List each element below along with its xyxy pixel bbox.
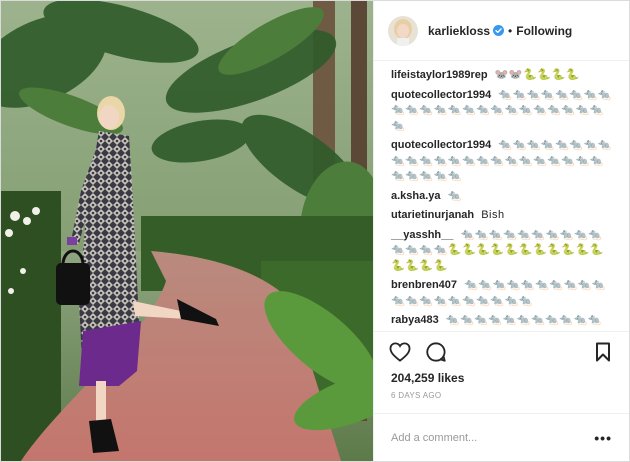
comment-username[interactable]: quotecollector1994 — [391, 89, 491, 101]
comments-list[interactable]: lifeistaylor1989rep 🐭🐭🐍🐍🐍🐍 quotecollecto… — [374, 61, 629, 331]
comment-item: lifeistaylor1989rep 🐭🐭🐍🐍🐍🐍 — [391, 68, 615, 84]
comment-username[interactable]: utarietinurjanah — [391, 209, 474, 221]
comment-item: brenbren407 🐀🐀🐀🐀🐀🐀🐀🐀🐀🐀🐀🐀🐀🐀🐀🐀🐀🐀🐀🐀 — [391, 278, 615, 309]
post-photo[interactable] — [1, 1, 373, 461]
comment-bubble-icon[interactable] — [424, 340, 448, 364]
verified-badge-icon — [493, 25, 505, 36]
comment-item: quotecollector1994 🐀🐀🐀🐀🐀🐀🐀🐀🐀🐀🐀🐀🐀🐀🐀🐀🐀🐀🐀🐀🐀… — [391, 88, 615, 135]
post-window: karliekloss • Following lifeistaylor1989… — [0, 0, 630, 462]
comment-item: utarietinurjanah Bish — [391, 208, 615, 224]
comment-text: Bish — [481, 209, 505, 221]
header-separator: • — [508, 23, 513, 38]
post-details-panel: karliekloss • Following lifeistaylor1989… — [373, 1, 629, 461]
comment-text: 🐀 — [447, 189, 462, 202]
post-timestamp: 6 DAYS AGO — [391, 391, 442, 400]
add-comment-input[interactable] — [391, 431, 595, 444]
comment-username[interactable]: lifeistaylor1989rep — [391, 69, 488, 81]
comment-text: 🐭🐭🐍🐍🐍🐍 — [494, 69, 580, 81]
comment-username[interactable]: quotecollector1994 — [391, 139, 491, 151]
comment-username[interactable]: a.ksha.ya — [391, 190, 441, 202]
following-button[interactable]: Following — [516, 24, 572, 38]
comment-item: quotecollector1994 🐀🐀🐀🐀🐀🐀🐀🐀🐀🐀🐀🐀🐀🐀🐀🐀🐀🐀🐀🐀🐀… — [391, 138, 615, 185]
author-username[interactable]: karliekloss — [428, 24, 490, 38]
post-header: karliekloss • Following — [374, 1, 629, 61]
avatar-image — [388, 15, 418, 46]
comment-item: a.ksha.ya 🐀 — [391, 189, 615, 205]
comment-username[interactable]: brenbren407 — [391, 279, 457, 291]
comment-item: rabya483 🐀🐀🐀🐀🐀🐀🐀🐀🐀🐀🐀🐀🐀🐀🐀🐀🐀🐀🐀🐀🐀🐀 — [391, 313, 615, 331]
more-options-button[interactable]: ••• — [594, 430, 612, 446]
post-photo-illustration — [1, 1, 373, 461]
post-actions-bar — [374, 331, 629, 371]
comment-username[interactable]: __yasshh__ — [391, 229, 453, 241]
bookmark-icon[interactable] — [591, 340, 615, 364]
add-comment-bar: ••• — [374, 413, 629, 461]
likes-count[interactable]: 204,259 likes — [374, 371, 629, 389]
comment-username[interactable]: rabya483 — [391, 314, 439, 326]
heart-icon[interactable] — [388, 340, 412, 364]
comment-item: __yasshh__ 🐀🐀🐀🐀🐀🐀🐀🐀🐀🐀🐀🐀🐀🐀🐍🐍🐍🐍🐍🐍🐍🐍🐍🐍🐍🐍🐍🐍🐍 — [391, 228, 615, 275]
author-avatar[interactable] — [388, 15, 418, 46]
